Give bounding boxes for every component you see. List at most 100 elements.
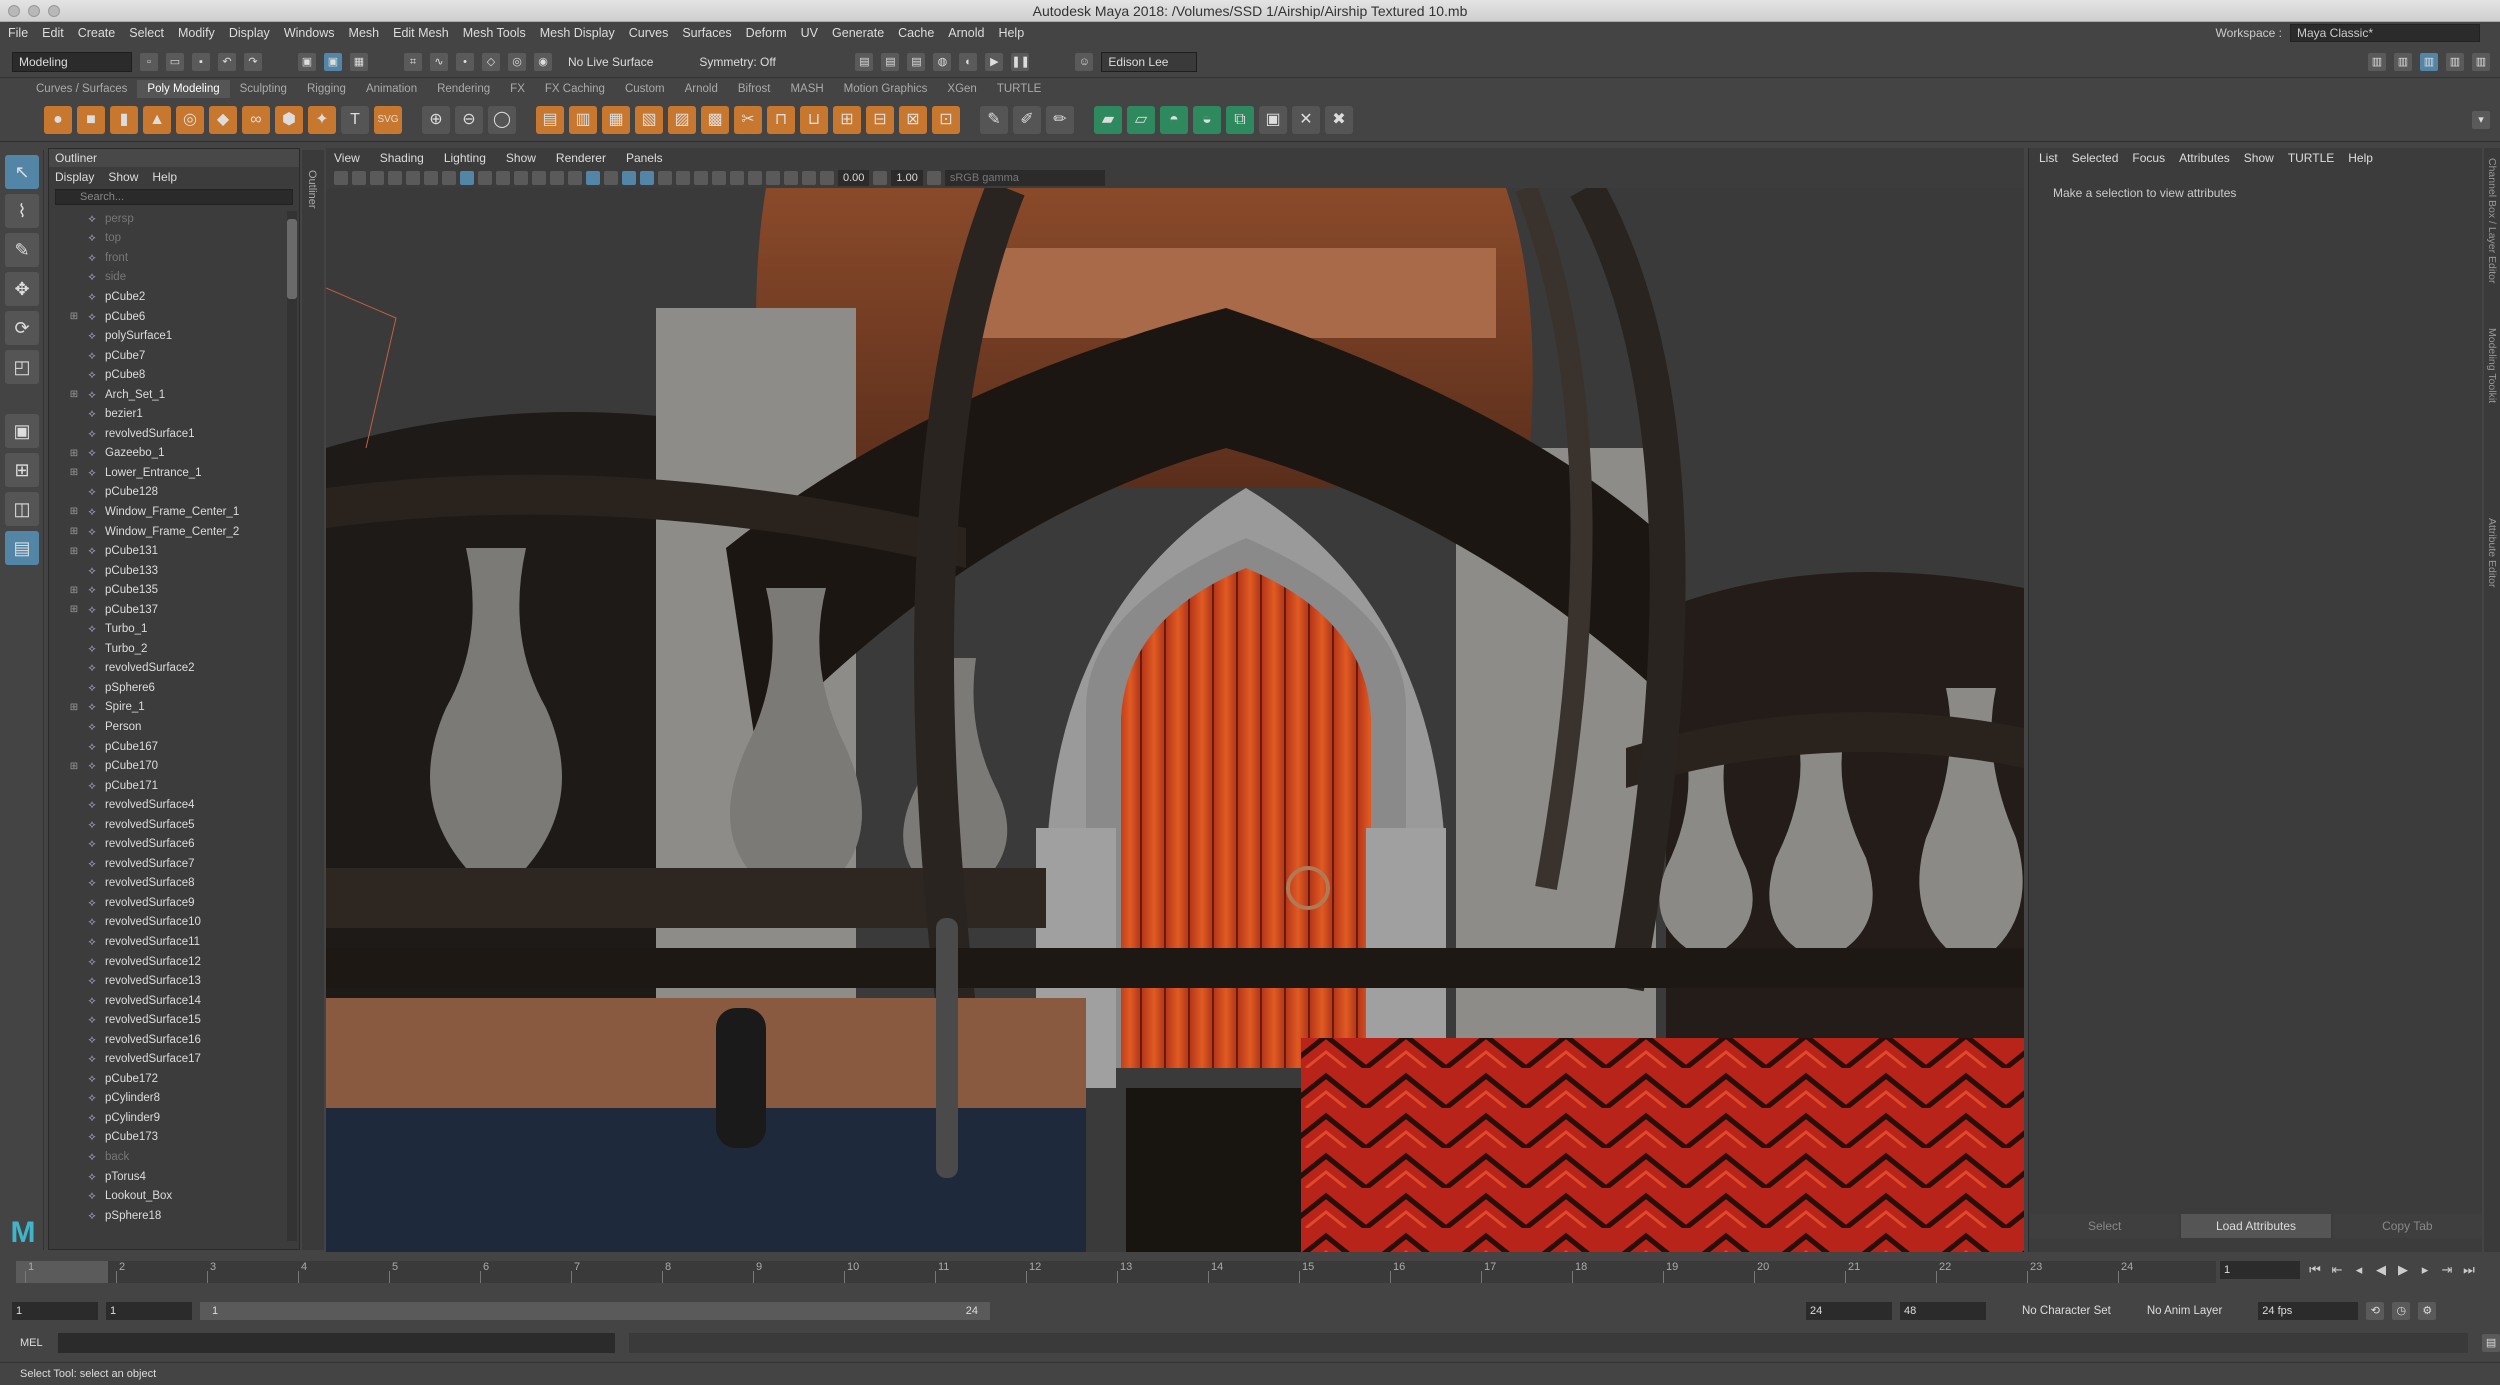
menu-edit-mesh[interactable]: Edit Mesh xyxy=(393,26,449,40)
menu-arnold[interactable]: Arnold xyxy=(948,26,984,40)
shelf-scroll-icon[interactable]: ▾ xyxy=(2472,110,2490,129)
select-tool-icon[interactable]: ↖ xyxy=(5,155,39,189)
cylindrical-map-icon[interactable]: ▱ xyxy=(1127,105,1155,134)
separate-icon[interactable]: ⊖ xyxy=(455,105,483,134)
shelf-tab-animation[interactable]: Animation xyxy=(356,80,427,98)
collapse-icon[interactable]: ⊠ xyxy=(899,105,927,134)
single-perspective-layout-icon[interactable]: ▣ xyxy=(5,414,39,448)
outliner-item[interactable]: ⟡ side xyxy=(49,268,287,288)
outliner-item[interactable]: ⟡ revolvedSurface16 xyxy=(49,1030,287,1050)
outliner-item[interactable]: ⊞ ⟡ pCube135 xyxy=(49,580,287,600)
target-weld-icon[interactable]: ⊔ xyxy=(800,105,828,134)
smooth-icon[interactable]: ◯ xyxy=(488,105,516,134)
copy-tab-button[interactable]: Copy Tab xyxy=(2332,1214,2482,1238)
menu-mesh-tools[interactable]: Mesh Tools xyxy=(463,26,526,40)
menu-generate[interactable]: Generate xyxy=(832,26,884,40)
panel-menu-lighting[interactable]: Lighting xyxy=(444,148,486,168)
minimize-window-button[interactable] xyxy=(28,5,40,17)
panel-menu-renderer[interactable]: Renderer xyxy=(556,148,606,168)
colorspace-dropdown[interactable]: sRGB gamma xyxy=(944,170,1105,186)
outliner-item[interactable]: ⟡ Turbo_2 xyxy=(49,639,287,659)
outliner-item[interactable]: ⟡ revolvedSurface15 xyxy=(49,1010,287,1030)
poly-torus-icon[interactable]: ◎ xyxy=(176,105,204,134)
outliner-item[interactable]: ⟡ revolvedSurface12 xyxy=(49,952,287,972)
shelf-tab-rigging[interactable]: Rigging xyxy=(297,80,356,98)
layout-icon[interactable]: ▥ xyxy=(2368,52,2386,71)
range-slider-bar[interactable]: 1 24 xyxy=(200,1302,990,1320)
shadows-icon[interactable] xyxy=(658,171,672,185)
insert-loop-icon[interactable]: ▩ xyxy=(701,105,729,134)
xray-active-icon[interactable] xyxy=(784,171,798,185)
expand-icon[interactable]: ⊞ xyxy=(67,604,81,615)
four-view-layout-icon[interactable]: ⊞ xyxy=(5,453,39,487)
outliner-item[interactable]: ⟡ revolvedSurface4 xyxy=(49,795,287,815)
panel-menu-panels[interactable]: Panels xyxy=(626,148,663,168)
offset-loop-icon[interactable]: ⊞ xyxy=(833,105,861,134)
color-management-icon[interactable] xyxy=(926,171,941,185)
new-scene-icon[interactable]: ▫ xyxy=(140,52,158,71)
outliner-item[interactable]: ⊞ ⟡ pCube131 xyxy=(49,541,287,561)
poly-cylinder-icon[interactable]: ▮ xyxy=(110,105,138,134)
shelf-tab-xgen[interactable]: XGen xyxy=(937,80,986,98)
outliner-item[interactable]: ⟡ Turbo_1 xyxy=(49,619,287,639)
side-tab-modeling-toolkit[interactable]: Modeling Toolkit xyxy=(2486,328,2498,403)
menu-deform[interactable]: Deform xyxy=(746,26,787,40)
outliner-item[interactable]: ⟡ pCylinder8 xyxy=(49,1089,287,1109)
channel-box-toggle-icon[interactable]: ▥ xyxy=(2394,52,2412,71)
hypershade-icon[interactable]: ◐ xyxy=(959,52,978,71)
go-to-end-icon[interactable]: ⏭ xyxy=(2462,1262,2476,1278)
menu-mesh-display[interactable]: Mesh Display xyxy=(540,26,615,40)
poly-cone-icon[interactable]: ▲ xyxy=(143,105,171,134)
outliner-item[interactable]: ⟡ revolvedSurface14 xyxy=(49,991,287,1011)
wireframe-on-shaded-icon[interactable] xyxy=(604,171,618,185)
tool-settings-toggle-icon[interactable]: ▥ xyxy=(2446,52,2464,71)
workspace-dropdown[interactable]: Maya Classic* xyxy=(2290,24,2480,42)
cut-uv-icon[interactable]: ✖ xyxy=(1325,105,1353,134)
outliner-item[interactable]: ⟡ revolvedSurface5 xyxy=(49,815,287,835)
expand-icon[interactable]: ⊞ xyxy=(67,389,81,400)
outliner-item[interactable]: ⊞ ⟡ pCube137 xyxy=(49,600,287,620)
outliner-item[interactable]: ⊞ ⟡ Spire_1 xyxy=(49,698,287,718)
step-back-frame-icon[interactable]: ◂ xyxy=(2352,1262,2366,1278)
snap-grid-icon[interactable]: ⌗ xyxy=(404,52,422,71)
attr-menu-selected[interactable]: Selected xyxy=(2072,148,2119,168)
load-attributes-button[interactable]: Load Attributes xyxy=(2181,1214,2331,1238)
move-tool-icon[interactable]: ✥ xyxy=(5,272,39,306)
outliner-item[interactable]: ⟡ revolvedSurface17 xyxy=(49,1050,287,1070)
attr-menu-help[interactable]: Help xyxy=(2348,148,2373,168)
undo-icon[interactable]: ↶ xyxy=(218,52,236,71)
expand-icon[interactable]: ⊞ xyxy=(67,467,81,478)
attr-menu-turtle[interactable]: TURTLE xyxy=(2288,148,2334,168)
gate-mask-icon[interactable] xyxy=(496,171,510,185)
shelf-tab-bifrost[interactable]: Bifrost xyxy=(728,80,781,98)
lasso-tool-icon[interactable]: ⌇ xyxy=(5,194,39,228)
go-to-start-icon[interactable]: ⏮ xyxy=(2308,1262,2322,1278)
menu-curves[interactable]: Curves xyxy=(629,26,669,40)
menu-display[interactable]: Display xyxy=(229,26,270,40)
menu-surfaces[interactable]: Surfaces xyxy=(682,26,731,40)
outliner-item[interactable]: ⟡ pCube171 xyxy=(49,776,287,796)
outliner-item[interactable]: ⟡ revolvedSurface10 xyxy=(49,913,287,933)
outliner-item[interactable]: ⟡ revolvedSurface9 xyxy=(49,893,287,913)
shelf-tab-motion-graphics[interactable]: Motion Graphics xyxy=(834,80,938,98)
attr-menu-list[interactable]: List xyxy=(2039,148,2058,168)
wireframe-icon[interactable] xyxy=(568,171,582,185)
render-settings-icon[interactable]: ◍ xyxy=(933,52,952,71)
merge-icon[interactable]: ⊓ xyxy=(767,105,795,134)
isolate-select-icon[interactable] xyxy=(748,171,762,185)
script-editor-icon[interactable]: ▤ xyxy=(2482,1334,2500,1352)
anim-layer-dropdown[interactable]: No Anim Layer xyxy=(2147,1305,2222,1317)
smooth-shade-icon[interactable] xyxy=(586,171,600,185)
outliner-menu-display[interactable]: Display xyxy=(55,167,94,187)
poly-sphere-icon[interactable]: ● xyxy=(44,105,72,134)
outliner-side-tab[interactable]: Outliner xyxy=(302,150,324,1250)
planar-map-icon[interactable]: ▰ xyxy=(1094,105,1122,134)
outliner-item[interactable]: ⟡ revolvedSurface2 xyxy=(49,659,287,679)
shelf-tab-rendering[interactable]: Rendering xyxy=(427,80,500,98)
use-all-lights-icon[interactable] xyxy=(640,171,654,185)
arnold-render-icon[interactable]: ▶ xyxy=(985,52,1004,71)
safe-action-icon[interactable] xyxy=(532,171,546,185)
grease-pencil-icon[interactable] xyxy=(424,171,438,185)
outliner-item[interactable]: ⟡ Lookout_Box xyxy=(49,1186,287,1206)
outliner-item[interactable]: ⊞ ⟡ Gazeebo_1 xyxy=(49,444,287,464)
